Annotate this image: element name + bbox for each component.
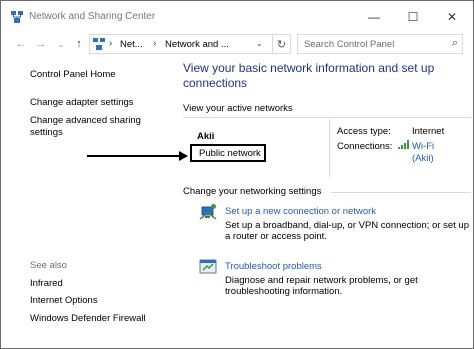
wifi-connection-link[interactable]: Wi-Fi (Akii)	[412, 141, 434, 165]
breadcrumb-separator-icon[interactable]: ›	[153, 38, 156, 49]
refresh-icon[interactable]: ↻	[273, 34, 291, 54]
address-dropdown-icon[interactable]: ⌄	[256, 39, 263, 48]
wifi-signal-icon	[398, 140, 409, 149]
sidebar-item-change-advanced-sharing[interactable]: Change advanced sharing settings	[30, 115, 150, 139]
breadcrumb-separator-icon[interactable]: ›	[109, 38, 112, 49]
network-sharing-center-window: Network and Sharing Center — ☐ ✕ ← → ⌄ ↑…	[0, 0, 474, 349]
breadcrumb-network-sharing[interactable]: Network and ...	[165, 39, 229, 50]
vertical-divider	[329, 119, 330, 177]
address-box[interactable]: › Net... › Network and ... ⌄	[89, 34, 273, 54]
active-networks-heading: View your active networks	[183, 103, 293, 114]
up-arrow-icon[interactable]: ↑	[71, 36, 87, 52]
setup-new-connection-link[interactable]: Set up a new connection or network	[225, 206, 376, 217]
troubleshoot-problems-description: Diagnose and repair network problems, or…	[225, 275, 418, 297]
section-divider	[331, 192, 471, 193]
connections-label: Connections:	[337, 141, 393, 152]
recent-locations-chevron-icon[interactable]: ⌄	[53, 36, 69, 52]
troubleshoot-problems-link[interactable]: Troubleshoot problems	[225, 261, 322, 272]
sidebar-item-windows-defender-firewall[interactable]: Windows Defender Firewall	[30, 313, 146, 325]
troubleshoot-icon	[199, 259, 217, 274]
annotation-arrow-icon	[87, 151, 188, 161]
page-title: View your basic network information and …	[183, 61, 435, 90]
main-panel: View your basic network information and …	[173, 57, 473, 347]
new-connection-icon	[199, 204, 217, 220]
network-type-highlight-box: Public network	[190, 144, 266, 162]
window-title: Network and Sharing Center	[29, 11, 156, 22]
access-type-label: Access type:	[337, 126, 391, 137]
connection-name[interactable]: Wi-Fi	[412, 141, 434, 153]
access-type-value: Internet	[412, 126, 445, 137]
change-settings-heading: Change your networking settings	[183, 186, 322, 197]
connection-ssid[interactable]: (Akii)	[412, 153, 434, 165]
sidebar-item-internet-options[interactable]: Internet Options	[30, 295, 98, 307]
maximize-button[interactable]: ☐	[398, 7, 428, 27]
sidebar-item-control-panel-home[interactable]: Control Panel Home	[30, 69, 116, 81]
address-bar: ← → ⌄ ↑ › Net... › Network and ... ⌄ ↻ ⌕	[1, 31, 473, 57]
breadcrumb-network[interactable]: Net...	[120, 39, 143, 50]
search-input[interactable]	[298, 35, 438, 53]
minimize-button[interactable]: —	[359, 7, 389, 27]
setup-new-connection-description: Set up a broadband, dial-up, or VPN conn…	[225, 220, 469, 242]
sidebar-item-change-adapter-settings[interactable]: Change adapter settings	[30, 97, 134, 109]
sidebar: Control Panel Home Change adapter settin…	[1, 57, 173, 347]
network-name: Akii	[197, 131, 215, 142]
close-button[interactable]: ✕	[437, 7, 467, 27]
forward-arrow-icon[interactable]: →	[33, 36, 49, 52]
network-type-label: Public network	[199, 148, 261, 159]
search-box[interactable]: ⌕	[297, 34, 463, 54]
title-bar: Network and Sharing Center — ☐ ✕	[1, 1, 473, 31]
back-arrow-icon[interactable]: ←	[13, 36, 29, 52]
sidebar-item-infrared[interactable]: Infrared	[30, 278, 63, 290]
network-center-icon	[11, 11, 23, 23]
search-icon[interactable]: ⌕	[452, 37, 458, 50]
control-panel-icon	[93, 38, 105, 50]
section-divider	[183, 117, 471, 118]
see-also-heading: See also	[30, 260, 67, 271]
